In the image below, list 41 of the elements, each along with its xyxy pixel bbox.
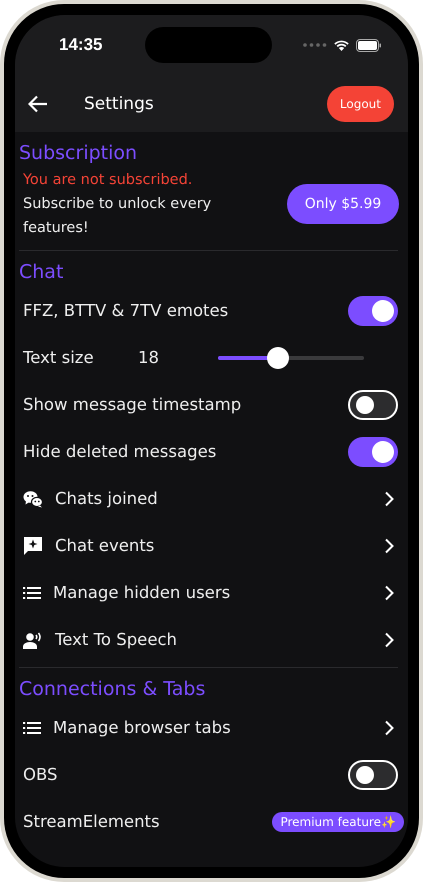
list-icon	[23, 722, 41, 734]
subscribe-button[interactable]: Only $5.99	[287, 184, 399, 224]
setting-label: Text size	[23, 348, 95, 367]
setting-link[interactable]: Manage browser tabs	[53, 718, 384, 737]
premium-badge: Premium feature✨	[272, 812, 404, 832]
setting-label: StreamElements	[23, 812, 161, 831]
setting-link[interactable]: Chats joined	[55, 489, 384, 508]
setting-link[interactable]: Text To Speech	[55, 630, 384, 649]
setting-label: OBS	[23, 765, 58, 784]
subscription-message: Subscribe to unlock every features!	[23, 195, 212, 238]
toggle-switch[interactable]	[348, 296, 398, 326]
logout-button[interactable]: Logout	[326, 86, 394, 122]
chevron-right-icon	[384, 538, 394, 554]
setting-link[interactable]: Chat events	[55, 536, 384, 555]
status-time: 14:35	[59, 35, 102, 55]
section-title: Connections & Tabs	[19, 677, 206, 702]
battery-icon	[356, 38, 382, 52]
person-speaking-icon	[23, 630, 43, 648]
chat-bubbles-icon	[23, 490, 43, 508]
chat-sparkle-icon	[23, 536, 43, 556]
setting-label: FFZ, BTTV & 7TV emotes	[23, 301, 230, 320]
setting-link[interactable]: Manage hidden users	[53, 583, 384, 602]
chevron-right-icon	[384, 490, 394, 506]
signal-icon	[303, 43, 327, 47]
toggle-switch[interactable]	[348, 390, 398, 420]
subscription-warning: You are not subscribed.	[23, 171, 194, 190]
toggle-switch[interactable]	[348, 436, 398, 466]
chevron-right-icon	[384, 720, 394, 736]
chevron-right-icon	[384, 584, 394, 600]
back-arrow-icon[interactable]	[28, 94, 48, 112]
list-icon	[23, 586, 41, 598]
setting-label: Hide deleted messages	[23, 442, 218, 461]
wifi-icon	[333, 39, 350, 51]
slider-value: 18	[138, 348, 160, 367]
screen-title: Settings	[84, 94, 155, 114]
section-title: Subscription	[19, 141, 138, 166]
chevron-right-icon	[384, 632, 394, 648]
setting-label: Show message timestamp	[23, 395, 242, 414]
section-title: Chat	[19, 260, 64, 285]
slider-thumb[interactable]	[267, 346, 290, 368]
toggle-switch[interactable]	[348, 760, 398, 790]
